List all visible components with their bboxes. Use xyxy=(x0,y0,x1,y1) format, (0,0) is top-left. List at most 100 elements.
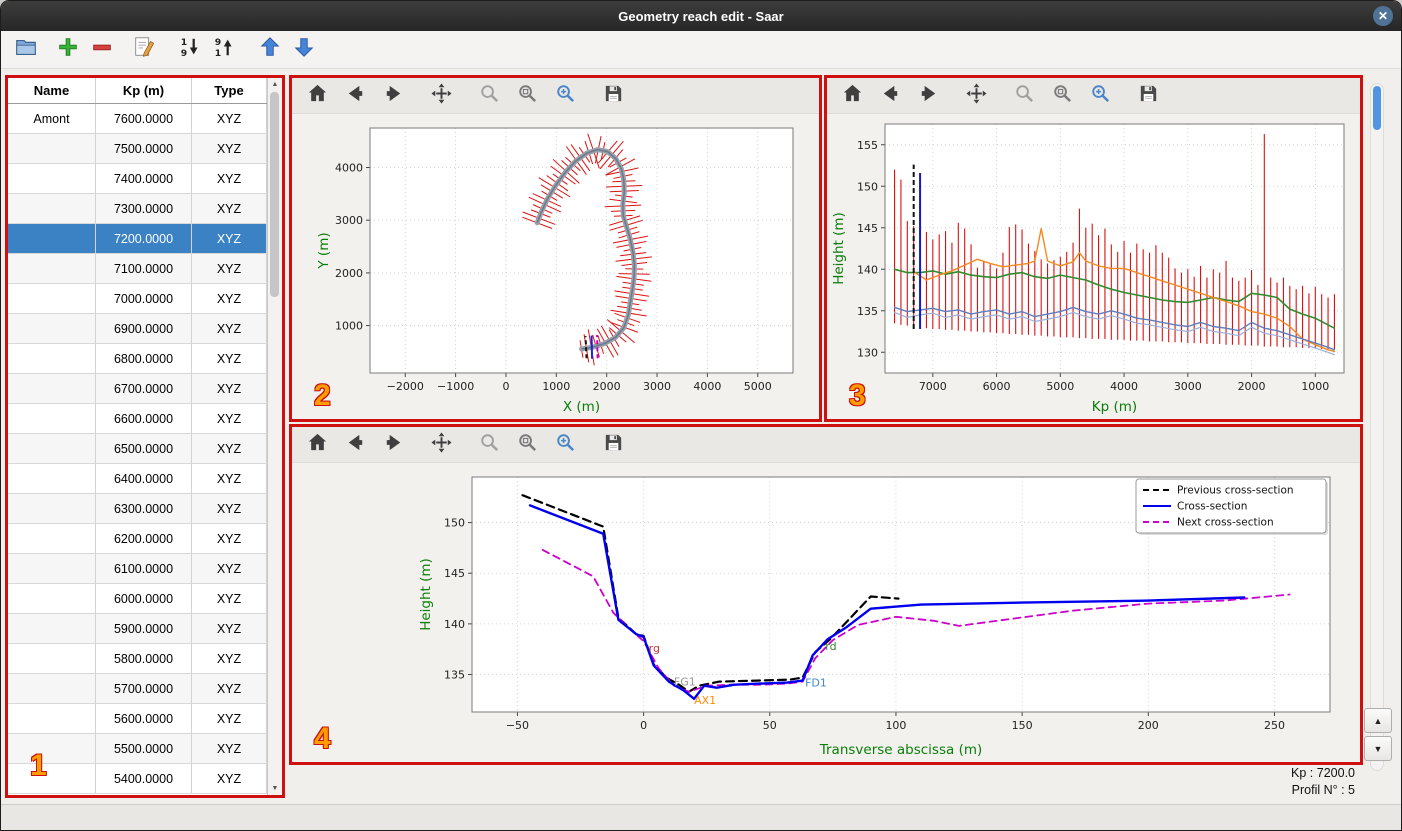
save-button[interactable] xyxy=(1135,83,1161,109)
column-header-type[interactable]: Type xyxy=(192,78,267,103)
subplots-icon xyxy=(516,431,539,459)
table-cell-name xyxy=(8,374,96,403)
profile-down-button[interactable]: ▼ xyxy=(1364,736,1392,761)
section-nav-toolbar xyxy=(292,427,1360,463)
table-row[interactable]: 6100.0000 XYZ xyxy=(8,554,267,584)
table-cell-name xyxy=(8,404,96,433)
table-row[interactable]: 5700.0000 XYZ xyxy=(8,674,267,704)
zoom-rect-button[interactable] xyxy=(1087,83,1113,109)
arrow-down-icon xyxy=(292,35,316,64)
remove-profile-button[interactable] xyxy=(87,35,117,65)
table-row[interactable]: 7200.0000 XYZ xyxy=(8,224,267,254)
table-row[interactable]: 6300.0000 XYZ xyxy=(8,494,267,524)
table-cell-name xyxy=(8,134,96,163)
save-button[interactable] xyxy=(600,432,626,458)
table-scrollbar-thumb[interactable] xyxy=(270,92,279,297)
table-row[interactable]: Amont 7600.0000 XYZ xyxy=(8,104,267,134)
profiles-table: Name Kp (m) Type Amont 7600.0000 XYZ 7500.0… xyxy=(8,78,267,795)
table-row[interactable]: 6000.0000 XYZ xyxy=(8,584,267,614)
zoom-icon xyxy=(478,431,501,459)
table-row[interactable]: 7400.0000 XYZ xyxy=(8,164,267,194)
sort-ascending-button[interactable]: 19 xyxy=(175,35,205,65)
back-button[interactable] xyxy=(342,83,368,109)
svg-text:Y (m): Y (m) xyxy=(316,232,332,269)
close-button[interactable]: ✕ xyxy=(1373,6,1393,26)
zoom-button[interactable] xyxy=(476,83,502,109)
longitudinal-profile-chart[interactable]: 7000 6000 5000 4000 3000 2000 1000 130 135 140 145… xyxy=(827,114,1360,419)
subplots-button[interactable] xyxy=(514,83,540,109)
forward-button[interactable] xyxy=(915,83,941,109)
table-row[interactable]: 6900.0000 XYZ xyxy=(8,314,267,344)
svg-text:1: 1 xyxy=(215,48,221,59)
table-row[interactable]: 7500.0000 XYZ xyxy=(8,134,267,164)
table-cell-name xyxy=(8,584,96,613)
table-row[interactable]: 6500.0000 XYZ xyxy=(8,434,267,464)
column-header-kp[interactable]: Kp (m) xyxy=(96,78,192,103)
zoom-icon xyxy=(478,82,501,110)
pan-button[interactable] xyxy=(428,82,454,109)
column-header-name[interactable]: Name xyxy=(8,78,96,103)
pan-button[interactable] xyxy=(428,431,454,458)
table-row[interactable]: 6800.0000 XYZ xyxy=(8,344,267,374)
longitudinal-profile-panel: 7000 6000 5000 4000 3000 2000 1000 130 135 140 145… xyxy=(824,75,1363,422)
forward-icon xyxy=(382,431,405,459)
scroll-up-icon[interactable]: ▲ xyxy=(268,78,282,91)
table-row[interactable]: 6200.0000 XYZ xyxy=(8,524,267,554)
profile-up-button[interactable]: ▲ xyxy=(1364,708,1392,733)
zoom-button[interactable] xyxy=(1011,83,1037,109)
table-row[interactable]: 7000.0000 XYZ xyxy=(8,284,267,314)
open-button[interactable] xyxy=(11,35,41,65)
forward-button[interactable] xyxy=(380,432,406,458)
svg-text:7000: 7000 xyxy=(919,380,947,393)
plan-view-chart[interactable]: −2000 −1000 0 1000 2000 3000 4000 5000 1000 2000 3… xyxy=(292,114,819,419)
zoom-rect-button[interactable] xyxy=(552,83,578,109)
table-row[interactable]: 6400.0000 XYZ xyxy=(8,464,267,494)
svg-text:140: 140 xyxy=(444,618,465,631)
zoom-button[interactable] xyxy=(476,432,502,458)
table-row[interactable]: 7100.0000 XYZ xyxy=(8,254,267,284)
pan-button[interactable] xyxy=(963,82,989,110)
zoom-rect-button[interactable] xyxy=(552,432,578,458)
right-scrollbar-thumb[interactable] xyxy=(1373,86,1381,130)
zoom-icon xyxy=(1013,82,1036,110)
pan-icon xyxy=(965,82,988,110)
table-cell-kp: 6500.0000 xyxy=(96,434,192,463)
sort-descending-button[interactable]: 91 xyxy=(209,35,239,65)
back-button[interactable] xyxy=(877,83,903,109)
table-row[interactable]: 5600.0000 XYZ xyxy=(8,704,267,734)
subplots-button[interactable] xyxy=(1049,83,1075,109)
home-button[interactable] xyxy=(839,83,865,109)
svg-text:−50: −50 xyxy=(506,719,529,732)
table-cell-type: XYZ xyxy=(192,584,267,613)
table-cell-name xyxy=(8,344,96,373)
table-cell-name xyxy=(8,614,96,643)
table-row[interactable]: 5800.0000 XYZ xyxy=(8,644,267,674)
panel-number-annotation: 2 xyxy=(314,379,331,412)
scroll-down-icon[interactable]: ▼ xyxy=(268,782,282,795)
forward-button[interactable] xyxy=(380,83,406,109)
table-cell-type: XYZ xyxy=(192,704,267,733)
save-button[interactable] xyxy=(600,83,626,109)
title-bar[interactable]: Geometry reach edit - Saar ✕ xyxy=(1,1,1401,31)
back-button[interactable] xyxy=(342,432,368,458)
zoom-rect-icon xyxy=(1089,82,1112,110)
table-row[interactable]: 7300.0000 XYZ xyxy=(8,194,267,224)
table-cell-kp: 7600.0000 xyxy=(96,104,192,133)
edit-profile-button[interactable] xyxy=(129,35,159,65)
profile-nav-toolbar xyxy=(827,78,1360,114)
svg-text:0: 0 xyxy=(502,380,509,393)
cross-section-chart[interactable]: −50 0 50 100 150 200 250 135 140 145 150 Transverse… xyxy=(292,463,1360,762)
table-cell-name xyxy=(8,704,96,733)
subplots-button[interactable] xyxy=(514,432,540,458)
home-button[interactable] xyxy=(304,432,330,458)
table-row[interactable]: 6700.0000 XYZ xyxy=(8,374,267,404)
add-profile-button[interactable] xyxy=(53,35,83,65)
table-row[interactable]: 6600.0000 XYZ xyxy=(8,404,267,434)
svg-text:Next cross-section: Next cross-section xyxy=(1177,517,1274,529)
move-up-button[interactable] xyxy=(255,35,285,65)
home-button[interactable] xyxy=(304,83,330,109)
right-scrollbar[interactable] xyxy=(1370,83,1384,771)
move-down-button[interactable] xyxy=(289,35,319,65)
table-scrollbar[interactable]: ▲ ▼ xyxy=(267,78,282,795)
table-row[interactable]: 5900.0000 XYZ xyxy=(8,614,267,644)
